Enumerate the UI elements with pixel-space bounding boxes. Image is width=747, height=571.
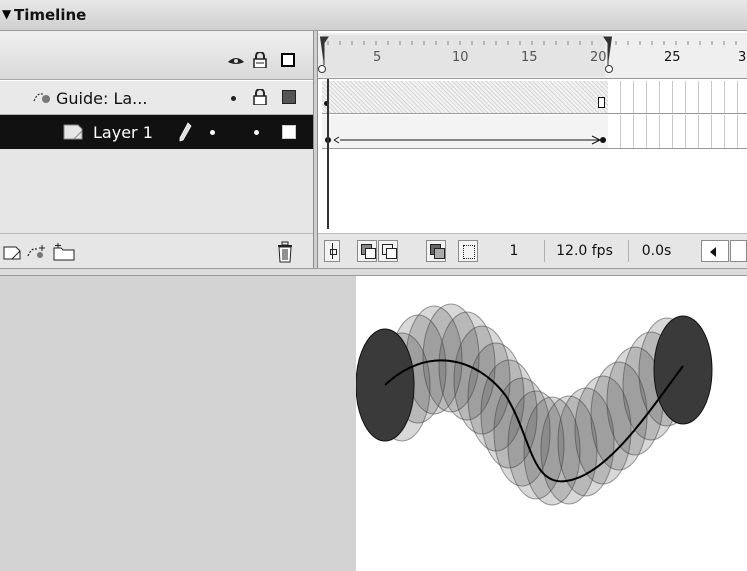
panel-title: Timeline xyxy=(14,6,87,24)
eye-icon[interactable] xyxy=(228,56,244,66)
elapsed-time: 0.0s xyxy=(628,240,684,262)
onion-skin-outlines-icon[interactable] xyxy=(378,240,398,262)
guide-frame-span[interactable] xyxy=(322,81,608,114)
timeline-title-bar[interactable]: ▼ Timeline xyxy=(0,0,747,31)
ruler-tick-label: 10 xyxy=(452,50,469,65)
onion-skin-icon[interactable] xyxy=(357,240,377,262)
stage[interactable] xyxy=(356,276,747,571)
ruler-tick-label: 3 xyxy=(738,50,747,65)
ruler-tick-label: 20 xyxy=(590,50,607,65)
frames-empty-area xyxy=(318,149,747,233)
trash-icon[interactable] xyxy=(276,241,294,263)
scroll-left-icon[interactable] xyxy=(701,240,729,262)
layer-icon xyxy=(63,124,83,140)
visibility-dot[interactable] xyxy=(210,130,215,135)
layer-name[interactable]: Guide: La... xyxy=(56,89,147,108)
insert-layer-folder-icon[interactable] xyxy=(52,242,76,262)
layer-row-guide[interactable]: Guide: La... xyxy=(0,81,313,115)
triangle-down-icon[interactable]: ▼ xyxy=(2,7,11,21)
outline-icon[interactable] xyxy=(281,53,295,67)
frame-track-guide[interactable] xyxy=(318,81,747,115)
pasteboard[interactable] xyxy=(0,276,356,571)
modify-onion-markers-icon[interactable] xyxy=(458,240,478,262)
timeline-status-bar: 1 12.0 fps 0.0s xyxy=(318,233,747,268)
lock-icon[interactable] xyxy=(252,89,268,105)
ruler-tick-label: 15 xyxy=(521,50,538,65)
empty-frames[interactable] xyxy=(608,81,747,114)
pencil-icon xyxy=(179,122,192,142)
center-frame-icon[interactable] xyxy=(324,240,340,262)
layer-list-empty-area xyxy=(0,149,313,233)
panel-separator[interactable] xyxy=(0,268,747,276)
lock-dot[interactable] xyxy=(254,130,259,135)
lock-icon[interactable] xyxy=(252,52,268,68)
layer-footer-toolbar xyxy=(0,233,313,268)
visibility-dot[interactable] xyxy=(231,96,236,101)
guide-layer-icon xyxy=(33,93,50,103)
empty-frames[interactable] xyxy=(608,115,747,149)
playhead-line[interactable] xyxy=(327,79,329,229)
motion-tween-arrow xyxy=(325,135,606,145)
outline-color-swatch[interactable] xyxy=(282,125,296,139)
ruler-tick-label: 5 xyxy=(373,50,382,65)
outline-color-swatch[interactable] xyxy=(282,90,296,104)
frame-rate: 12.0 fps xyxy=(544,240,624,262)
frame-track-layer-1[interactable] xyxy=(318,115,747,149)
ruler-tick-label: 25 xyxy=(664,50,681,65)
edit-multiple-frames-icon[interactable] xyxy=(426,240,446,262)
end-ellipse xyxy=(653,315,713,425)
current-frame: 1 xyxy=(509,243,519,259)
end-frame-marker[interactable] xyxy=(598,97,605,108)
frame-scrollbar[interactable] xyxy=(730,240,747,262)
layer-name[interactable]: Layer 1 xyxy=(93,123,153,142)
motion-tween-artwork xyxy=(356,303,713,506)
onion-start-marker-icon[interactable] xyxy=(318,35,330,79)
add-motion-guide-icon[interactable] xyxy=(26,242,48,262)
insert-layer-icon[interactable] xyxy=(2,243,22,261)
layer-row-layer-1[interactable]: Layer 1 xyxy=(0,115,313,149)
